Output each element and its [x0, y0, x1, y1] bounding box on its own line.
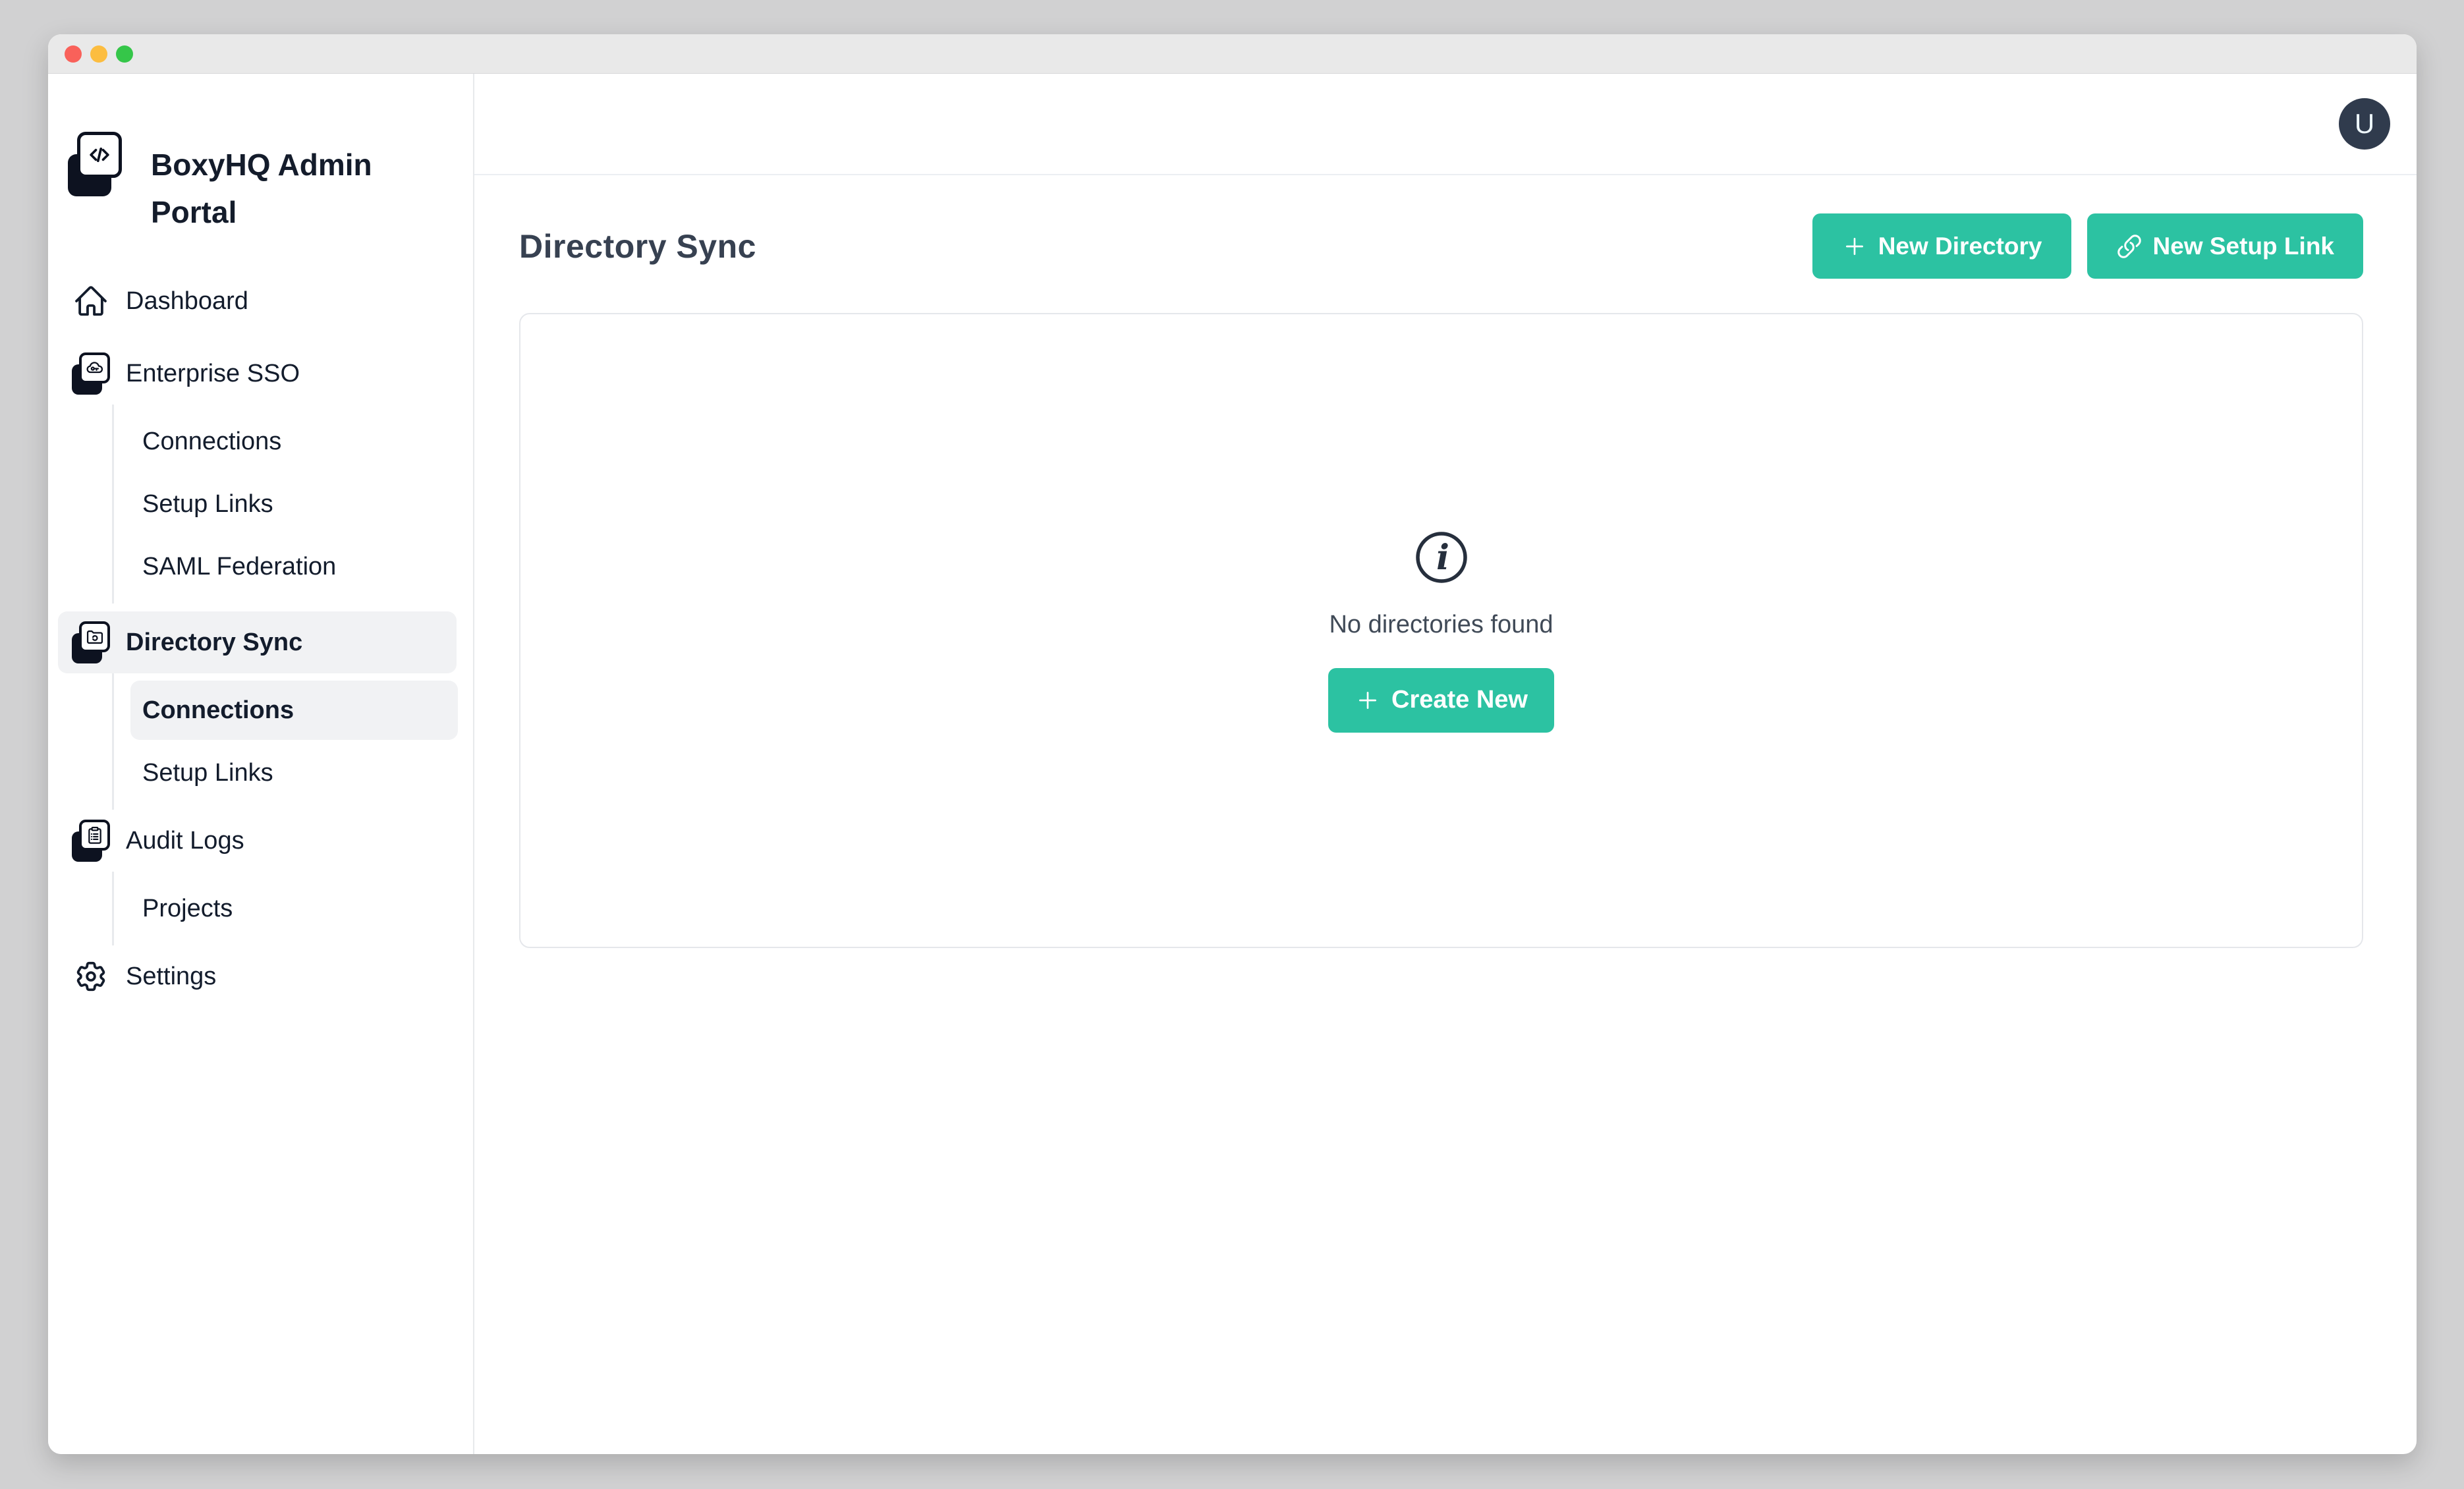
minimize-window-button[interactable] — [90, 45, 107, 63]
boxyhq-logo-icon — [68, 132, 122, 196]
plus-icon — [1355, 687, 1381, 714]
home-icon — [72, 280, 110, 322]
sidebar-subitem-label: Projects — [142, 895, 233, 923]
sidebar-item-directory-sync[interactable]: Directory Sync — [58, 611, 457, 673]
directories-empty-card: i No directories found Create New — [519, 313, 2363, 948]
page-actions: New Directory New Setup Link — [1812, 213, 2363, 279]
sidebar-subitem-sso-connections[interactable]: Connections — [130, 412, 458, 471]
folder-sync-icon — [72, 621, 110, 663]
sidebar-subitem-sso-setup-links[interactable]: Setup Links — [130, 474, 458, 534]
sidebar-subitem-label: Connections — [142, 696, 294, 725]
button-label: Create New — [1391, 686, 1528, 714]
clipboard-list-icon — [72, 820, 110, 862]
window-titlebar — [48, 34, 2417, 74]
sidebar-subitem-label: SAML Federation — [142, 553, 336, 581]
app-title: BoxyHQ Admin Portal — [151, 132, 388, 236]
sidebar-subitem-ds-connections[interactable]: Connections — [130, 681, 458, 740]
sidebar-item-label: Directory Sync — [126, 629, 302, 657]
new-directory-button[interactable]: New Directory — [1812, 213, 2071, 279]
sidebar-subitem-label: Setup Links — [142, 759, 273, 787]
app-logo: BoxyHQ Admin Portal — [48, 74, 473, 236]
sidebar-nav: Dashboard Enterprise — [48, 270, 473, 1007]
sidebar-item-label: Settings — [126, 963, 216, 991]
sidebar-item-dashboard[interactable]: Dashboard — [58, 270, 457, 332]
sidebar-item-label: Enterprise SSO — [126, 360, 300, 388]
sidebar-subitem-label: Setup Links — [142, 490, 273, 519]
close-window-button[interactable] — [65, 45, 82, 63]
enterprise-sso-subnav: Connections Setup Links SAML Federation — [112, 405, 473, 604]
sidebar-subitem-projects[interactable]: Projects — [130, 879, 458, 938]
sidebar-subitem-saml-federation[interactable]: SAML Federation — [130, 537, 458, 596]
audit-logs-subnav: Projects — [112, 872, 473, 945]
page-head: Directory Sync New Directory — [519, 213, 2363, 279]
empty-state-message: No directories found — [1329, 611, 1553, 639]
sidebar-subitem-ds-setup-links[interactable]: Setup Links — [130, 743, 458, 802]
gear-icon — [72, 955, 110, 997]
zoom-window-button[interactable] — [116, 45, 133, 63]
sidebar: BoxyHQ Admin Portal Dashboard — [48, 74, 474, 1454]
link-icon — [2116, 233, 2142, 260]
main-content: U Directory Sync New Directory — [474, 74, 2417, 1454]
sidebar-item-settings[interactable]: Settings — [58, 945, 457, 1007]
create-new-button[interactable]: Create New — [1328, 668, 1554, 733]
user-avatar[interactable]: U — [2339, 98, 2390, 150]
sidebar-item-label: Dashboard — [126, 287, 248, 316]
app-window: BoxyHQ Admin Portal Dashboard — [48, 34, 2417, 1454]
cloud-key-icon — [72, 352, 110, 395]
button-label: New Directory — [1878, 233, 2042, 260]
sidebar-item-label: Audit Logs — [126, 827, 244, 855]
page-title: Directory Sync — [519, 227, 756, 266]
button-label: New Setup Link — [2153, 233, 2334, 260]
info-icon: i — [1413, 529, 1470, 586]
svg-text:i: i — [1436, 538, 1449, 578]
sidebar-item-audit-logs[interactable]: Audit Logs — [58, 810, 457, 872]
sidebar-item-enterprise-sso[interactable]: Enterprise SSO — [58, 343, 457, 405]
sidebar-subitem-label: Connections — [142, 428, 281, 456]
directory-sync-subnav: Connections Setup Links — [112, 673, 473, 810]
new-setup-link-button[interactable]: New Setup Link — [2087, 213, 2363, 279]
top-header: U — [474, 74, 2417, 175]
plus-icon — [1841, 233, 1868, 260]
